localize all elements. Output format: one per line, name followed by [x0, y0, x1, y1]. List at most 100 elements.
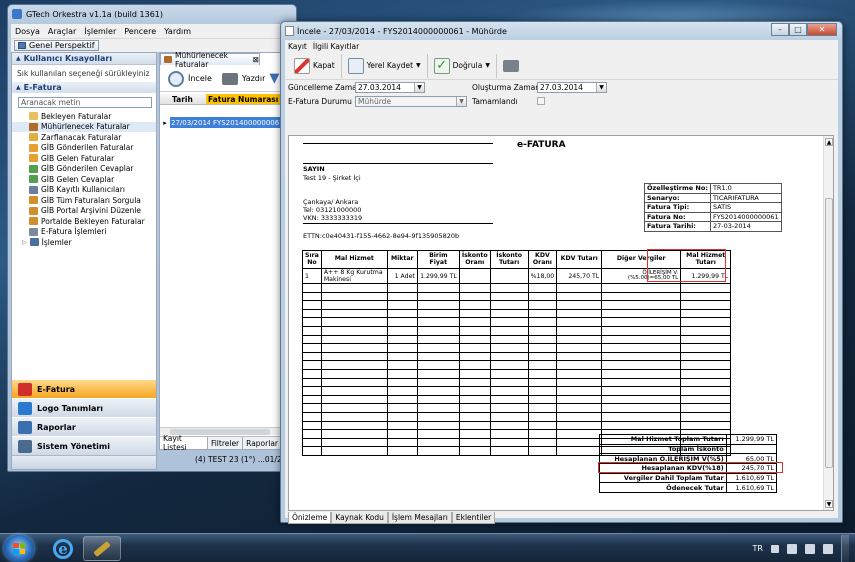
preview-button[interactable]: İncele [188, 74, 212, 83]
dialog-titlebar[interactable]: İncele - 27/03/2014 - FYS2014000000061 -… [281, 22, 842, 40]
completed-checkbox[interactable] [537, 97, 545, 105]
main-window-titlebar[interactable]: GTech Orkestra v1.1a (build 1361) [8, 5, 296, 23]
maximize-button[interactable]: □ [789, 23, 807, 36]
magnifier-icon[interactable] [168, 70, 184, 87]
vertical-scrollbar[interactable]: ▲ ▼ [823, 136, 833, 510]
print-button[interactable]: Yazdır [242, 74, 265, 83]
kapat-button[interactable]: Kapat [288, 53, 342, 78]
dogrula-button[interactable]: ✓ Doğrula ▼ [428, 53, 497, 78]
tree-item[interactable]: Mühürlenecek Faturalar [12, 121, 156, 132]
chevron-down-icon[interactable]: ▼ [485, 62, 490, 69]
close-tab-icon[interactable]: ⊠ [253, 55, 259, 64]
created-date-field[interactable]: 27.03.2014 ▼ [537, 82, 607, 93]
row-date: 27/03/2014 [170, 117, 212, 128]
tab-muhurlenecek-faturalar[interactable]: Mühürlenecek Faturalar ⊠ [160, 51, 260, 69]
tab-onizleme[interactable]: Önizleme [288, 512, 332, 524]
empty-cell [601, 283, 682, 293]
tree-item[interactable]: GİB Gelen Cevaplar [12, 174, 156, 185]
line-cell: %18,00 [527, 268, 558, 284]
shortcuts-header[interactable]: ▲ Kullanıcı Kısayolları [12, 53, 156, 65]
tree-item[interactable]: GİB Gönderilen Faturalar [12, 143, 156, 154]
tree-item[interactable]: Portalde Bekleyen Faturalar [12, 216, 156, 227]
empty-row [302, 351, 732, 362]
tab-filtreler[interactable]: Filtreler [208, 437, 244, 449]
empty-cell [302, 386, 322, 396]
tree-item-islemler[interactable]: ▷ İşlemler [12, 237, 156, 248]
empty-row [302, 308, 732, 319]
tree-item[interactable]: Zarflanacak Faturalar [12, 132, 156, 143]
menu-ilgili-kayitlar[interactable]: İlgili Kayıtlar [313, 42, 359, 51]
invoice-page: e-FATURA SAYIN Test 19 - Şirket İçi Çank… [297, 136, 783, 510]
search-input[interactable]: Aranacak metin [18, 97, 152, 108]
tree-item[interactable]: GİB Kayıtlı Kullanıcıları [12, 185, 156, 196]
perspective-button[interactable]: Genel Perspektif [14, 40, 99, 51]
close-button[interactable]: ✕ [807, 23, 837, 36]
column-header-number[interactable]: Fatura Numarası [206, 94, 282, 104]
scroll-down-icon[interactable]: ▼ [825, 500, 833, 508]
menu-yardim[interactable]: Yardım [164, 27, 191, 36]
table-row[interactable]: ▸ 27/03/2014 FYS2014000000061 [160, 117, 282, 128]
yerel-kaydet-button[interactable]: Yerel Kaydet ▼ [342, 53, 428, 78]
start-button[interactable] [4, 535, 34, 562]
empty-cell [302, 420, 322, 431]
tree-item[interactable]: GİB Tüm Faturaları Sorgula [12, 195, 156, 206]
menu-pencere[interactable]: Pencere [124, 27, 156, 36]
tree-item[interactable]: Bekleyen Faturalar [12, 111, 156, 122]
menu-dosya[interactable]: Dosya [15, 27, 40, 36]
language-indicator[interactable]: TR [753, 544, 763, 553]
invoice-preview-area[interactable]: e-FATURA SAYIN Test 19 - Şirket İçi Çank… [288, 135, 834, 511]
nav-button[interactable]: Logo Tanımları [12, 398, 156, 417]
tab-raporlar[interactable]: Raporlar [243, 437, 282, 449]
tree-item[interactable]: E-Fatura İşlemleri [12, 227, 156, 238]
minimize-button[interactable]: – [771, 23, 789, 36]
empty-cell [416, 420, 460, 431]
expand-icon[interactable]: ▷ [22, 239, 27, 246]
empty-cell [527, 446, 558, 456]
print-button[interactable] [497, 54, 525, 78]
empty-cell [601, 368, 682, 379]
printer-icon[interactable] [221, 72, 238, 85]
column-header-date[interactable]: Tarih [160, 94, 206, 104]
nav-button[interactable]: Sistem Yönetimi [12, 436, 156, 455]
tray-arrow-icon[interactable] [771, 544, 779, 553]
line-cell [489, 268, 529, 284]
invoice-preview-dialog[interactable]: İncele - 27/03/2014 - FYS2014000000061 -… [280, 21, 843, 524]
empty-cell [556, 368, 603, 379]
scroll-thumb[interactable] [825, 198, 833, 468]
navigation-buttons: E-Fatura Logo Tanımları Raporlar Sistem Yön… [12, 379, 156, 469]
empty-cell [527, 360, 558, 370]
tree-item[interactable]: GİB Portal Arşivini Düzenle [12, 206, 156, 217]
tab-kayit-listesi[interactable]: Kayıt Listesi [160, 434, 208, 452]
calendar-dropdown-icon[interactable]: ▼ [414, 83, 424, 92]
scroll-up-icon[interactable]: ▲ [825, 138, 833, 146]
filter-icon[interactable]: ▼ [269, 71, 279, 86]
network-icon[interactable] [805, 543, 815, 554]
updated-date-field[interactable]: 27.03.2014 ▼ [355, 82, 425, 93]
tab-kaynak-kodu[interactable]: Kaynak Kodu [331, 512, 388, 524]
tree-item[interactable]: GİB Gönderilen Cevaplar [12, 164, 156, 175]
empty-cell [489, 343, 529, 353]
tab-eklentiler[interactable]: Eklentiler [451, 512, 496, 524]
empty-cell [302, 411, 322, 422]
menu-araclar[interactable]: Araçlar [48, 27, 76, 36]
nav-button[interactable]: Raporlar [12, 417, 156, 436]
chevron-down-icon[interactable]: ▼ [416, 62, 421, 69]
updated-label: Güncelleme Zamanı [288, 83, 364, 92]
menu-islemler[interactable]: İşlemler [84, 27, 116, 36]
show-desktop-button[interactable] [841, 534, 849, 562]
menu-kayit[interactable]: Kayıt [288, 42, 307, 51]
tree-item[interactable]: GİB Gelen Faturalar [12, 153, 156, 164]
windows-logo-icon [13, 543, 25, 554]
empty-cell [458, 351, 491, 362]
calendar-dropdown-icon[interactable]: ▼ [596, 83, 606, 92]
flag-icon[interactable] [787, 543, 797, 554]
collapse-icon[interactable]: ▲ [16, 55, 21, 62]
efatura-section-header[interactable]: ▲ E-Fatura [12, 82, 156, 93]
taskbar-gtech-orkestra[interactable] [83, 536, 121, 561]
empty-cell [601, 308, 682, 319]
taskbar-internet-explorer[interactable]: e [44, 536, 82, 561]
volume-icon[interactable] [823, 543, 833, 554]
collapse-icon[interactable]: ▲ [16, 84, 21, 91]
tab-islem-mesajlari[interactable]: İşlem Mesajları [387, 512, 452, 524]
nav-button[interactable]: E-Fatura [12, 379, 156, 398]
